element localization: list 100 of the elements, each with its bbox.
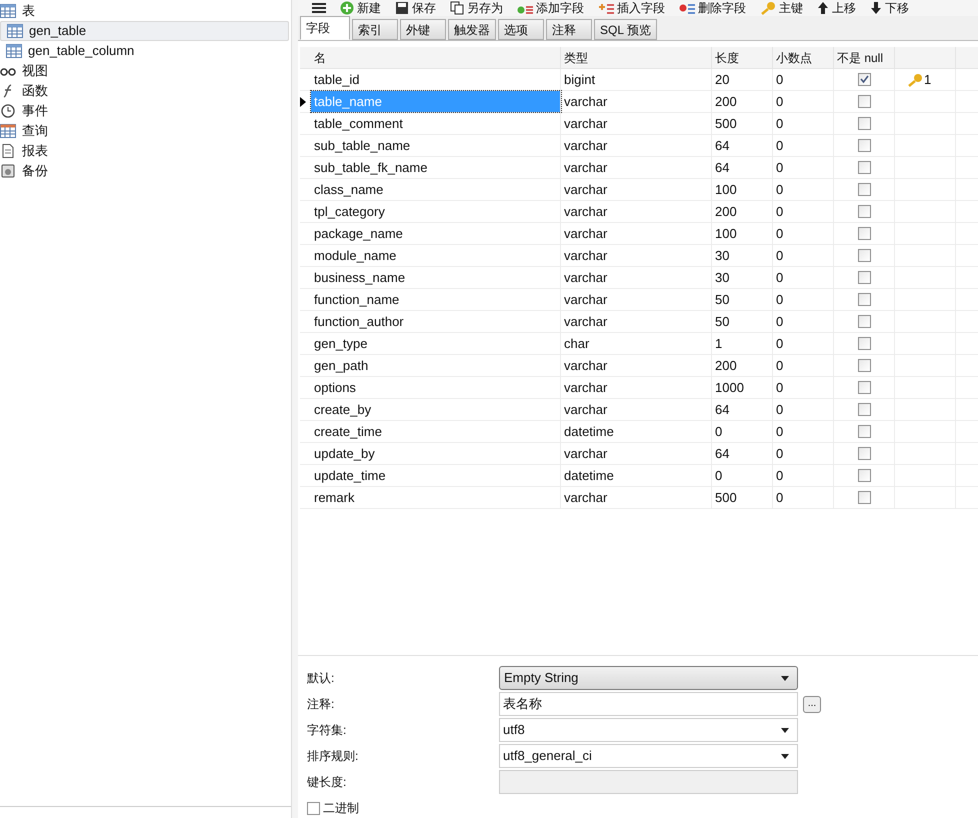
tree-item[interactable]: 报表 <box>0 141 289 161</box>
not-null-checkbox[interactable] <box>858 73 870 86</box>
tree-item[interactable]: gen_table <box>0 21 289 41</box>
tree-item[interactable]: gen_table_column <box>0 41 289 61</box>
not-null-checkbox[interactable] <box>858 293 870 306</box>
not-null-checkbox[interactable] <box>858 161 870 174</box>
property-label: 字符集: <box>307 722 348 739</box>
tree-item[interactable]: 表 <box>0 1 289 21</box>
type-cell: varchar <box>561 245 712 266</box>
tree-item[interactable]: 查询 <box>0 121 289 141</box>
toolbar-button[interactable]: 删除字段 <box>679 1 746 15</box>
field-name-cell[interactable]: sub_table_name <box>311 135 561 156</box>
menu-icon[interactable] <box>312 3 326 13</box>
length-cell: 30 <box>712 267 773 288</box>
tree-item[interactable]: 事件 <box>0 101 289 121</box>
tree-item[interactable]: 函数 <box>0 81 289 101</box>
length-cell: 100 <box>712 223 773 244</box>
toolbar-button[interactable]: 添加字段 <box>517 1 584 15</box>
not-null-checkbox[interactable] <box>858 337 870 350</box>
toolbar-button[interactable]: 插入字段 <box>598 1 665 15</box>
field-name-cell[interactable]: update_by <box>311 443 561 464</box>
field-name-cell[interactable]: class_name <box>311 179 561 200</box>
field-name-cell[interactable]: options <box>311 377 561 398</box>
not-null-checkbox[interactable] <box>858 315 870 328</box>
field-name-cell[interactable]: gen_type <box>311 333 561 354</box>
field-name-cell[interactable]: business_name <box>311 267 561 288</box>
not-null-checkbox[interactable] <box>858 381 870 394</box>
comment-field[interactable]: 表名称 <box>499 692 798 716</box>
more-button[interactable]: ... <box>803 696 821 712</box>
not-null-checkbox[interactable] <box>858 447 870 460</box>
column-header[interactable]: 类型 <box>561 47 712 68</box>
tree-item[interactable]: 视图 <box>0 61 289 81</box>
not-null-checkbox[interactable] <box>858 117 870 130</box>
decimals-cell: 0 <box>773 201 834 222</box>
type-cell: bigint <box>561 69 712 90</box>
not-null-checkbox[interactable] <box>858 491 870 504</box>
type-cell: varchar <box>561 311 712 332</box>
length-cell: 0 <box>712 421 773 442</box>
not-null-checkbox[interactable] <box>858 139 870 152</box>
dropdown-caret-icon <box>781 754 789 758</box>
toolbar-button[interactable]: 主键 <box>760 1 803 15</box>
field-name-cell[interactable]: create_time <box>311 421 561 442</box>
toolbar-button[interactable]: 另存为 <box>450 1 503 15</box>
tab[interactable]: 索引 <box>352 19 398 40</box>
field-name-cell[interactable]: module_name <box>311 245 561 266</box>
key-icon <box>907 72 923 86</box>
select-field[interactable]: utf8 <box>499 718 798 742</box>
key-length-field[interactable] <box>499 770 798 794</box>
type-cell: varchar <box>561 487 712 508</box>
tab[interactable]: 注释 <box>546 19 592 40</box>
not-null-checkbox[interactable] <box>858 469 870 482</box>
field-name-cell[interactable]: tpl_category <box>311 201 561 222</box>
tab[interactable]: 字段 <box>300 16 350 40</box>
tab[interactable]: 外键 <box>400 19 446 40</box>
column-header[interactable]: 小数点 <box>773 47 834 68</box>
column-header[interactable]: 名 <box>311 47 561 68</box>
decimals-cell: 0 <box>773 399 834 420</box>
tab[interactable]: 触发器 <box>448 19 496 40</box>
column-header[interactable]: 长度 <box>712 47 773 68</box>
column-header[interactable]: 不是 null <box>834 47 895 68</box>
field-name-cell[interactable]: package_name <box>311 223 561 244</box>
not-null-checkbox[interactable] <box>858 271 870 284</box>
field-name-cell[interactable]: create_by <box>311 399 561 420</box>
decimals-cell: 0 <box>773 333 834 354</box>
binary-checkbox[interactable] <box>307 802 320 814</box>
field-name-cell[interactable]: remark <box>311 487 561 508</box>
field-name-cell[interactable]: update_time <box>311 465 561 486</box>
not-null-checkbox[interactable] <box>858 95 870 108</box>
toolbar-button[interactable]: 下移 <box>870 1 909 15</box>
length-cell: 0 <box>712 465 773 486</box>
select-field[interactable]: utf8_general_ci <box>499 744 798 768</box>
key-order: 1 <box>924 70 932 89</box>
toolbar-button[interactable]: 新建 <box>340 1 381 15</box>
not-null-checkbox[interactable] <box>858 359 870 372</box>
field-name-cell[interactable]: function_author <box>311 311 561 332</box>
field-name-cell[interactable]: table_comment <box>311 113 561 134</box>
field-name-cell[interactable]: sub_table_fk_name <box>311 157 561 178</box>
default-dropdown[interactable]: Empty String <box>499 666 798 690</box>
toolbar-button[interactable]: 上移 <box>817 1 856 15</box>
not-null-checkbox[interactable] <box>858 183 870 196</box>
not-null-checkbox[interactable] <box>858 227 870 240</box>
not-null-checkbox[interactable] <box>858 425 870 438</box>
decimals-cell: 0 <box>773 355 834 376</box>
tab[interactable]: SQL 预览 <box>594 19 657 40</box>
toolbar-button[interactable]: 保存 <box>395 1 436 15</box>
decimals-cell: 0 <box>773 443 834 464</box>
length-cell: 200 <box>712 201 773 222</box>
tab[interactable]: 选项 <box>498 19 544 40</box>
type-cell: datetime <box>561 465 712 486</box>
tree-item[interactable]: 备份 <box>0 161 289 181</box>
not-null-checkbox[interactable] <box>858 249 870 262</box>
type-cell: varchar <box>561 267 712 288</box>
not-null-checkbox[interactable] <box>858 403 870 416</box>
not-null-checkbox[interactable] <box>858 205 870 218</box>
length-cell: 64 <box>712 399 773 420</box>
binary-label: 二进制 <box>323 800 359 817</box>
field-name-cell[interactable]: function_name <box>311 289 561 310</box>
length-cell: 200 <box>712 355 773 376</box>
field-name-cell[interactable]: gen_path <box>311 355 561 376</box>
arrow-down-icon <box>870 1 882 15</box>
